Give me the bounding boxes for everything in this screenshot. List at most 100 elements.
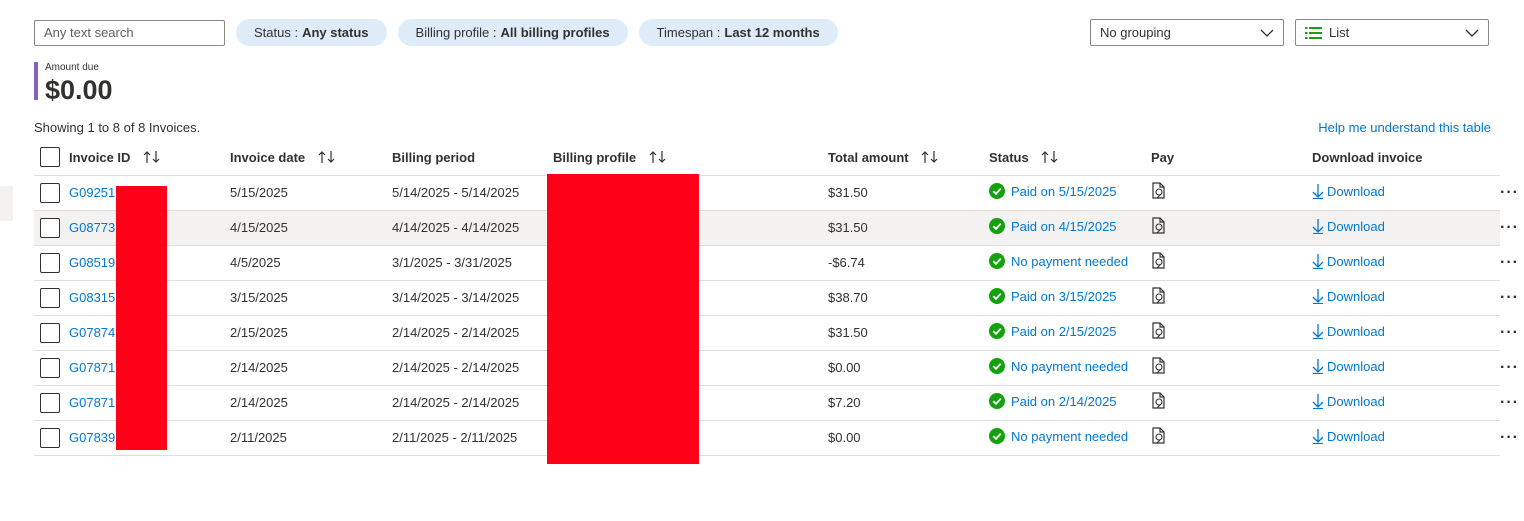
download-invoice-link[interactable]: Download	[1312, 393, 1385, 409]
download-invoice-link[interactable]: Download	[1312, 253, 1385, 269]
status-link[interactable]: Paid on 2/14/2025	[989, 393, 1117, 409]
download-invoice-link[interactable]: Download	[1312, 288, 1385, 304]
row-checkbox[interactable]	[40, 322, 60, 343]
status-link[interactable]: Paid on 5/15/2025	[989, 183, 1117, 199]
download-label: Download	[1327, 358, 1385, 374]
invoice-date: 3/15/2025	[230, 290, 288, 305]
check-circle-icon	[989, 428, 1005, 444]
pay-document-icon[interactable]	[1151, 216, 1167, 235]
invoice-id-link[interactable]: G09251	[69, 185, 115, 200]
pay-document-icon[interactable]	[1151, 356, 1167, 375]
grouping-dropdown-value: No grouping	[1100, 25, 1171, 40]
select-all-checkbox[interactable]	[40, 147, 60, 168]
status-link[interactable]: No payment needed	[989, 253, 1128, 269]
table-row[interactable]: G07871 2/14/2025 2/14/2025 - 2/14/2025 $0.0…	[34, 350, 1518, 386]
check-circle-icon	[989, 393, 1005, 409]
column-header-invoice-date[interactable]: Invoice date	[230, 140, 392, 176]
invoice-date: 2/14/2025	[230, 395, 288, 410]
row-checkbox[interactable]	[40, 182, 60, 203]
sort-icon	[1041, 150, 1058, 163]
row-checkbox[interactable]	[40, 427, 60, 448]
list-icon	[1305, 26, 1322, 39]
status-text: Paid on 5/15/2025	[1011, 183, 1117, 199]
invoice-id-link[interactable]: G08519	[69, 255, 115, 270]
pay-document-icon[interactable]	[1151, 286, 1167, 305]
grouping-dropdown[interactable]: No grouping	[1090, 19, 1284, 46]
pay-document-icon[interactable]	[1151, 426, 1167, 445]
invoice-date: 4/15/2025	[230, 220, 288, 235]
table-row[interactable]: G07871 2/14/2025 2/14/2025 - 2/14/2025 $7.2…	[34, 385, 1518, 421]
table-row[interactable]: G09251 5/15/2025 5/14/2025 - 5/14/2025 $31.…	[34, 175, 1518, 211]
invoice-date: 2/14/2025	[230, 360, 288, 375]
billing-period: 3/1/2025 - 3/31/2025	[392, 255, 512, 270]
download-label: Download	[1327, 393, 1385, 409]
status-link[interactable]: No payment needed	[989, 428, 1128, 444]
column-header-invoice-id[interactable]: Invoice ID	[69, 140, 230, 176]
invoice-date: 5/15/2025	[230, 185, 288, 200]
search-input[interactable]	[34, 19, 225, 46]
billing-period: 5/14/2025 - 5/14/2025	[392, 185, 520, 200]
left-panel-edge	[0, 186, 13, 221]
row-checkbox[interactable]	[40, 357, 60, 378]
download-invoice-link[interactable]: Download	[1312, 183, 1385, 199]
billing-period: 2/14/2025 - 2/14/2025	[392, 360, 520, 375]
download-label: Download	[1327, 253, 1385, 269]
download-label: Download	[1327, 218, 1385, 234]
status-link[interactable]: Paid on 2/15/2025	[989, 323, 1117, 339]
check-circle-icon	[989, 253, 1005, 269]
invoice-id-link[interactable]: G07839	[69, 430, 115, 445]
row-checkbox[interactable]	[40, 392, 60, 413]
amount-due-label: Amount due	[45, 62, 99, 73]
status-filter-pill[interactable]: Status : Any status	[236, 19, 387, 46]
filter-bar: Status : Any status Billing profile : Al…	[34, 19, 838, 46]
status-text: No payment needed	[1011, 253, 1129, 269]
timespan-filter-pill[interactable]: Timespan : Last 12 months	[638, 19, 838, 46]
invoice-date: 4/5/2025	[230, 255, 281, 270]
pay-document-icon[interactable]	[1151, 321, 1167, 340]
total-amount: -$6.74	[828, 255, 865, 270]
status-text: Paid on 2/15/2025	[1011, 323, 1117, 339]
view-dropdown[interactable]: List	[1295, 19, 1489, 46]
download-label: Download	[1327, 323, 1385, 339]
invoice-id-link[interactable]: G08773	[69, 220, 115, 235]
table-row[interactable]: G07839 2/11/2025 2/11/2025 - 2/11/2025 $0.0…	[34, 420, 1518, 456]
billing-profile-filter-label: Billing profile :	[415, 25, 497, 40]
table-row[interactable]: G08519 4/5/2025 3/1/2025 - 3/31/2025 -$6.74…	[34, 245, 1518, 281]
status-filter-label: Status :	[254, 25, 299, 40]
arrow-down-icon	[1312, 429, 1324, 444]
row-checkbox[interactable]	[40, 252, 60, 273]
pay-document-icon[interactable]	[1151, 181, 1167, 200]
pay-document-icon[interactable]	[1151, 251, 1167, 270]
column-header-pay: Pay	[1151, 140, 1312, 176]
status-link[interactable]: Paid on 4/15/2025	[989, 218, 1117, 234]
arrow-down-icon	[1312, 289, 1324, 304]
check-circle-icon	[989, 323, 1005, 339]
download-invoice-link[interactable]: Download	[1312, 218, 1385, 234]
invoice-id-link[interactable]: G07874	[69, 325, 115, 340]
table-row[interactable]: G08315 3/15/2025 3/14/2025 - 3/14/2025 $38.…	[34, 280, 1518, 316]
invoice-id-link[interactable]: G07871	[69, 395, 115, 410]
download-label: Download	[1327, 428, 1385, 444]
status-text: No payment needed	[1011, 428, 1129, 444]
download-label: Download	[1327, 288, 1385, 304]
status-link[interactable]: No payment needed	[989, 358, 1128, 374]
help-understand-table-link[interactable]: Help me understand this table	[1318, 120, 1491, 135]
invoice-date: 2/11/2025	[230, 430, 287, 445]
table-row[interactable]: G08773 4/15/2025 4/14/2025 - 4/14/2025 $31.…	[34, 210, 1518, 246]
pay-document-icon[interactable]	[1151, 391, 1167, 410]
column-header-total-amount[interactable]: Total amount	[828, 140, 989, 176]
status-link[interactable]: Paid on 3/15/2025	[989, 288, 1117, 304]
download-invoice-link[interactable]: Download	[1312, 428, 1385, 444]
arrow-down-icon	[1312, 359, 1324, 374]
invoice-id-link[interactable]: G07871	[69, 360, 115, 375]
column-header-billing-profile[interactable]: Billing profile	[553, 140, 828, 176]
billing-profile-filter-pill[interactable]: Billing profile : All billing profiles	[397, 19, 628, 46]
billing-period: 2/11/2025 - 2/11/2025	[392, 430, 518, 445]
download-invoice-link[interactable]: Download	[1312, 358, 1385, 374]
invoice-id-link[interactable]: G08315	[69, 290, 115, 305]
column-header-status[interactable]: Status	[989, 140, 1151, 176]
download-invoice-link[interactable]: Download	[1312, 323, 1385, 339]
row-checkbox[interactable]	[40, 287, 60, 308]
table-row[interactable]: G07874 2/15/2025 2/14/2025 - 2/14/2025 $31.…	[34, 315, 1518, 351]
row-checkbox[interactable]	[40, 217, 60, 238]
